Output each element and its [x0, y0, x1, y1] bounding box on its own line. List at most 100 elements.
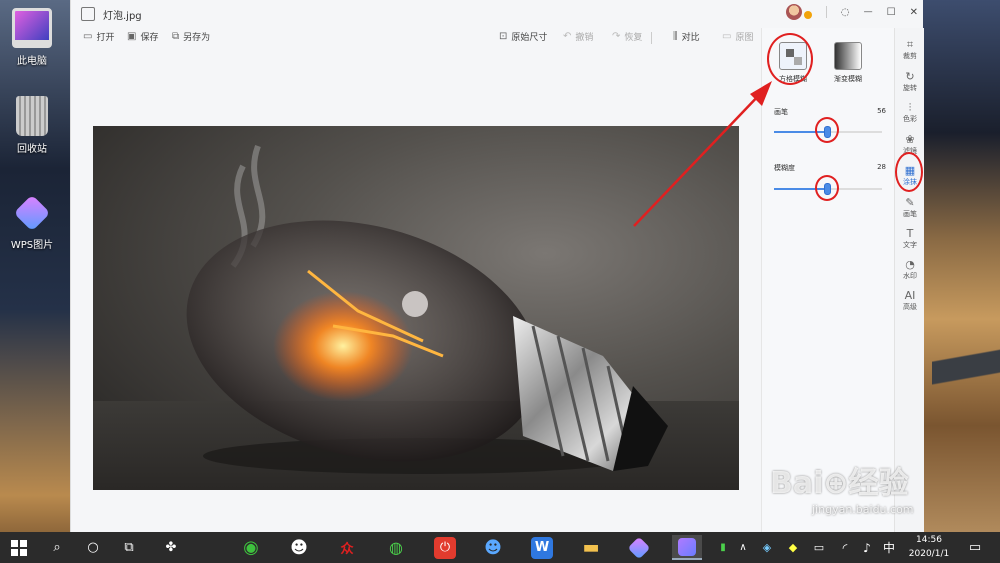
annotation-circle — [815, 117, 839, 143]
close-button[interactable]: ✕ — [910, 7, 918, 18]
save-button[interactable]: ▣ 保存 — [127, 30, 158, 43]
desktop-icon-label: WPS图片 — [10, 240, 54, 251]
rail-item-label: 画笔 — [903, 210, 917, 218]
rail-item-label: 水印 — [903, 272, 917, 280]
original-size-button[interactable]: ⊡ 原始尺寸 — [499, 30, 547, 43]
divider — [825, 6, 827, 18]
tool-rail: ⌗ 裁剪 ↻ 旋转 ⫶ 色彩 ❀ 滤镜 ▦ 涂抹 ✎ 画笔 T 文字 ◔ 水印 — [894, 28, 924, 532]
desktop-icon-label: 此电脑 — [17, 56, 47, 67]
image-canvas[interactable] — [71, 48, 761, 532]
blur-level-label: 模糊度 — [774, 164, 795, 172]
tray-security-icon[interactable]: ◆ — [786, 535, 800, 560]
reset-label: 原图 — [735, 33, 754, 43]
wps-pictures-icon — [13, 194, 51, 232]
undo-icon: ↶ — [563, 31, 572, 42]
search-icon[interactable]: ⌕ — [46, 535, 68, 560]
crop-icon: ⌗ — [906, 38, 914, 51]
power-app-icon[interactable]: ⏻ — [432, 535, 458, 560]
baidu-watermark-url: jingyan.baidu.com — [812, 503, 914, 516]
save-as-button[interactable]: ⧉ 另存为 — [172, 30, 210, 43]
battery-tray-icon[interactable]: ▮ — [716, 535, 730, 560]
wps-logo-icon: W — [531, 536, 553, 559]
clock-time[interactable]: 14:56 — [904, 535, 954, 545]
text-icon: T — [906, 227, 914, 240]
windows-icon — [11, 539, 27, 556]
cortana-icon[interactable]: ○ — [82, 535, 104, 560]
qq-alt-icon[interactable]: ☻ — [480, 535, 506, 560]
open-label: 打开 — [96, 33, 115, 43]
rail-item-rotate[interactable]: ↻ 旋转 — [895, 70, 925, 93]
wifi-icon[interactable]: ◜ — [836, 535, 854, 560]
desktop-wallpaper — [922, 0, 1000, 532]
rail-item-label: 色彩 — [903, 115, 917, 123]
minimize-button[interactable]: — — [864, 7, 873, 17]
clock-date[interactable]: 2020/1/1 — [904, 549, 954, 559]
rail-item-watermark[interactable]: ◔ 水印 — [895, 258, 925, 281]
desktop-icon-wps-pictures[interactable]: WPS图片 — [6, 192, 58, 251]
feedback-icon[interactable]: ◌ — [841, 7, 850, 18]
save-as-icon: ⧉ — [172, 31, 180, 42]
wps-pictures-taskbar-icon[interactable] — [626, 535, 652, 560]
photo-lightbulb[interactable] — [93, 126, 739, 490]
chevron-up-icon[interactable]: ∧ — [736, 535, 750, 560]
title-bar: 灯泡.jpg ◌ — ☐ ✕ — [71, 0, 924, 28]
wps-pictures-icon — [627, 536, 651, 559]
notification-center-icon[interactable]: ▭ — [964, 535, 986, 560]
annotation-circle — [895, 152, 923, 192]
rail-item-crop[interactable]: ⌗ 裁剪 — [895, 38, 925, 61]
browser-icon[interactable]: ◉ — [238, 535, 264, 560]
desktop-icon-recycle-bin[interactable]: 回收站 — [6, 96, 58, 155]
filter-icon: ❀ — [905, 133, 915, 146]
rail-item-label: 文字 — [903, 241, 917, 249]
start-button[interactable] — [6, 535, 32, 560]
gradient-blur-icon — [834, 42, 862, 70]
desktop-icon-this-pc[interactable]: 此电脑 — [6, 8, 58, 67]
redo-label: 恢复 — [624, 33, 643, 43]
compare-button[interactable]: ⫼ 对比 — [673, 30, 700, 43]
qq-icon[interactable]: ☻ — [286, 535, 312, 560]
wechat-icon[interactable]: ◍ — [383, 535, 409, 560]
taskbar: ⌕ ○ ⧉ ✤ ◉ ☻ 众 ◍ ⏻ ☻ W ▬ ▮ ∧ ◈ ◆ ▭ ◜ ♪ 中 … — [0, 532, 1000, 563]
avatar[interactable] — [785, 4, 802, 20]
ime-indicator[interactable]: 中 — [880, 535, 898, 560]
brush-icon: ✎ — [905, 196, 915, 209]
reset-button[interactable]: ▭ 原图 — [722, 30, 753, 43]
undo-button[interactable]: ↶ 撤销 — [563, 30, 593, 43]
save-icon: ▣ — [127, 31, 137, 42]
rail-item-advanced[interactable]: AI 高级 — [895, 289, 925, 312]
pinwheel-app-icon[interactable]: ✤ — [158, 535, 184, 560]
maximize-button[interactable]: ☐ — [887, 7, 896, 18]
blur-level-value: 28 — [877, 163, 886, 171]
rail-item-label: 裁剪 — [903, 52, 917, 60]
rail-item-label: 旋转 — [903, 84, 917, 92]
redo-icon: ↷ — [612, 31, 621, 42]
rail-item-text[interactable]: T 文字 — [895, 227, 925, 250]
rail-item-label: 高级 — [903, 303, 917, 311]
toolbar: ▭ 打开 ▣ 保存 ⧉ 另存为 ⊡ 原始尺寸 ↶ 撤销 ↷ 恢复 ⫼ 对比 ▭ … — [71, 28, 761, 48]
tray-app-icon[interactable]: ◈ — [760, 535, 774, 560]
compare-label: 对比 — [681, 33, 700, 43]
brush-size-label: 画笔 — [774, 108, 788, 116]
news-app-icon[interactable]: 众 — [334, 535, 360, 560]
battery-icon[interactable]: ▭ — [810, 535, 828, 560]
file-explorer-icon[interactable]: ▬ — [578, 535, 604, 560]
brush-size-value: 56 — [877, 107, 886, 115]
color-icon: ⫶ — [908, 101, 912, 114]
power-icon: ⏻ — [434, 536, 456, 559]
recycle-bin-icon — [16, 96, 48, 136]
task-view-icon[interactable]: ⧉ — [118, 535, 140, 560]
wps-icon[interactable]: W — [529, 535, 555, 560]
gradient-blur-label: 渐变模糊 — [834, 75, 862, 83]
rail-item-brush[interactable]: ✎ 画笔 — [895, 196, 925, 219]
compare-icon: ⫼ — [673, 31, 678, 42]
redo-button[interactable]: ↷ 恢复 — [612, 30, 642, 43]
gradient-blur-mode-button[interactable]: 渐变模糊 — [826, 42, 870, 84]
computer-icon — [12, 8, 52, 48]
volume-icon[interactable]: ♪ — [858, 535, 876, 560]
active-app-icon[interactable] — [672, 535, 702, 560]
watermark-icon: ◔ — [905, 258, 915, 271]
open-button[interactable]: ▭ 打开 — [83, 30, 114, 43]
rail-item-color[interactable]: ⫶ 色彩 — [895, 101, 925, 124]
annotation-circle — [815, 175, 839, 201]
image-icon: ▭ — [722, 31, 732, 42]
